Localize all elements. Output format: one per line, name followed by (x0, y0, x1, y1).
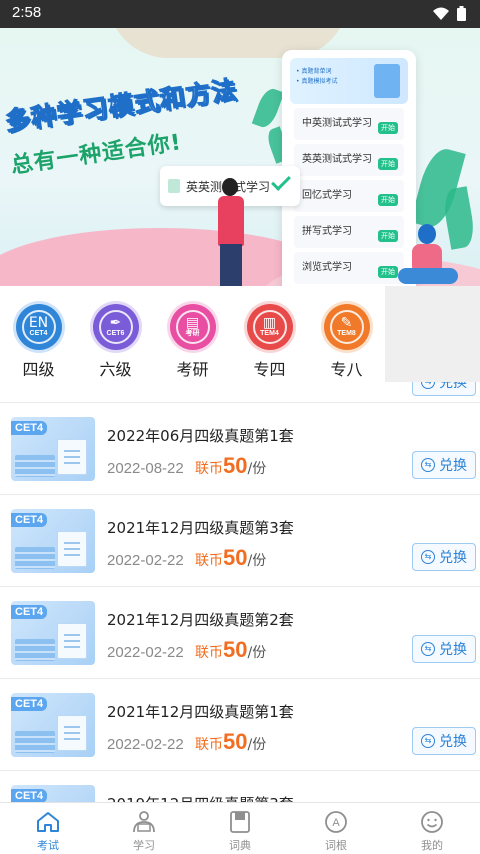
app-screen: 2:58 多种学习模式和方法 总有一种适合你! • 真题背单词 • 真题模拟考试… (0, 0, 480, 854)
exam-title: 2021年12月四级真题第2套 (107, 611, 294, 629)
exchange-button[interactable]: ⇆ 兑换 (412, 635, 476, 663)
category-cet6[interactable]: ✒ CET6 六级 (77, 286, 154, 380)
exchange-button[interactable]: ⇆ 兑换 (412, 727, 476, 755)
exam-title: 2022年06月四级真题第1套 (107, 427, 294, 445)
exchange-icon: ⇆ (421, 382, 435, 389)
exchange-button[interactable]: ⇆ 兑换 (412, 451, 476, 479)
category-bar: EN CET4 四级 ✒ CET6 六级 ▤ 考研 考研 ▥ TEM4 专四 ✎ TEM8 (0, 286, 385, 382)
exam-title: 2019年12月四级真题第3套 (107, 793, 294, 802)
exchange-icon: ⇆ (421, 550, 435, 564)
phone-header-line: • 真题模拟考试 (296, 78, 338, 85)
exchange-icon: ⇆ (421, 642, 435, 656)
profile-icon (419, 809, 445, 835)
person-illustration (398, 224, 458, 286)
category-label: 专四 (253, 360, 286, 379)
home-icon (35, 809, 61, 835)
category-kaoyan[interactable]: ▤ 考研 考研 (154, 286, 231, 380)
exam-date: 2022-08-22 (107, 460, 184, 477)
mode-row: 浏览式学习 开始 (294, 252, 404, 284)
cet6-icon: ✒ CET6 (92, 304, 139, 350)
list-item[interactable]: CET4 2021年12月四级真题第2套 2022-02-22 联币50/份 ⇆… (0, 587, 480, 679)
promo-banner[interactable]: 多种学习模式和方法 总有一种适合你! • 真题背单词 • 真题模拟考试 中英测试… (0, 28, 480, 286)
nav-label: 词根 (325, 839, 347, 852)
exam-thumbnail: CET4 (11, 601, 95, 665)
wifi-icon (433, 7, 449, 20)
exam-list[interactable]: ⇆ 兑换 CET4 2022年06月四级真题第1套 2022-08-22 联币5… (0, 382, 480, 802)
list-item[interactable]: CET4 2019年12月四级真题第3套 (0, 771, 480, 802)
battery-icon (457, 6, 466, 21)
nav-tab-dictionary[interactable]: 词典 (192, 803, 288, 854)
status-bar: 2:58 (0, 0, 480, 28)
nav-label: 学习 (133, 839, 155, 852)
banner-headline: 多种学习模式和方法 (3, 74, 240, 137)
mode-row: 拼写式学习 开始 (294, 216, 404, 248)
tem8-icon: ✎ TEM8 (323, 304, 370, 350)
nav-label: 词典 (229, 839, 251, 852)
svg-text:A: A (332, 817, 340, 829)
plant-decoration (251, 85, 285, 131)
bottom-nav: 考试 学习 词典 A 词根 我的 (0, 802, 480, 854)
exam-price: 联币50/份 (195, 637, 267, 662)
list-item-partial: ⇆ 兑换 (0, 382, 480, 403)
exam-title: 2021年12月四级真题第1套 (107, 703, 294, 721)
category-label: 四级 (22, 360, 55, 379)
phone-header-line: • 真题背单词 (296, 68, 332, 75)
root-icon: A (323, 809, 349, 835)
exam-thumbnail: CET4 (11, 785, 95, 802)
exam-date: 2022-02-22 (107, 736, 184, 753)
category-label: 专八 (330, 360, 363, 379)
list-item[interactable]: CET4 2021年12月四级真题第1套 2022-02-22 联币50/份 ⇆… (0, 679, 480, 771)
exam-thumbnail: CET4 (11, 509, 95, 573)
status-time: 2:58 (12, 4, 42, 21)
exchange-icon: ⇆ (421, 458, 435, 472)
category-tem4[interactable]: ▥ TEM4 专四 (231, 286, 308, 380)
exam-date: 2022-02-22 (107, 644, 184, 661)
category-cet4[interactable]: EN CET4 四级 (0, 286, 77, 380)
exam-price: 联币50/份 (195, 545, 267, 570)
status-icons (433, 6, 466, 21)
exam-thumbnail: CET4 (11, 417, 95, 481)
nav-tab-exam[interactable]: 考试 (0, 803, 96, 854)
kaoyan-icon: ▤ 考研 (169, 304, 216, 350)
mode-row: 回忆式学习 开始 (294, 180, 404, 212)
nav-label: 考试 (37, 839, 59, 852)
category-label: 考研 (176, 360, 209, 379)
exchange-button[interactable]: ⇆ 兑换 (412, 543, 476, 571)
person-illustration (210, 178, 250, 286)
category-bar-gap (385, 286, 480, 382)
cet4-icon: EN CET4 (15, 304, 62, 350)
exam-thumbnail: CET4 (11, 693, 95, 757)
tem4-icon: ▥ TEM4 (246, 304, 293, 350)
nav-tab-study[interactable]: 学习 (96, 803, 192, 854)
banner-phone-illustration: • 真题背单词 • 真题模拟考试 中英测试式学习 开始 英英测试式学习 开始 回忆式… (282, 50, 416, 286)
nav-tab-profile[interactable]: 我的 (384, 803, 480, 854)
category-label: 六级 (99, 360, 132, 379)
nav-label: 我的 (421, 839, 443, 852)
nav-tab-root[interactable]: A 词根 (288, 803, 384, 854)
dictionary-icon (227, 809, 253, 835)
list-item[interactable]: CET4 2022年06月四级真题第1套 2022-08-22 联币50/份 ⇆… (0, 403, 480, 495)
exam-price: 联币50/份 (195, 453, 267, 478)
exam-date: 2022-02-22 (107, 552, 184, 569)
study-icon (131, 809, 157, 835)
list-item[interactable]: CET4 2021年12月四级真题第3套 2022-02-22 联币50/份 ⇆… (0, 495, 480, 587)
category-tem8[interactable]: ✎ TEM8 专八 (308, 286, 385, 380)
phone-header: • 真题背单词 • 真题模拟考试 (290, 58, 408, 104)
mode-row: 中英测试式学习 开始 (294, 108, 404, 140)
exchange-icon: ⇆ (421, 734, 435, 748)
check-icon (271, 171, 291, 191)
mode-row: 英英测试式学习 开始 (294, 144, 404, 176)
exam-price: 联币50/份 (195, 729, 267, 754)
exchange-button[interactable]: ⇆ 兑换 (412, 382, 476, 396)
exam-title: 2021年12月四级真题第3套 (107, 519, 294, 537)
